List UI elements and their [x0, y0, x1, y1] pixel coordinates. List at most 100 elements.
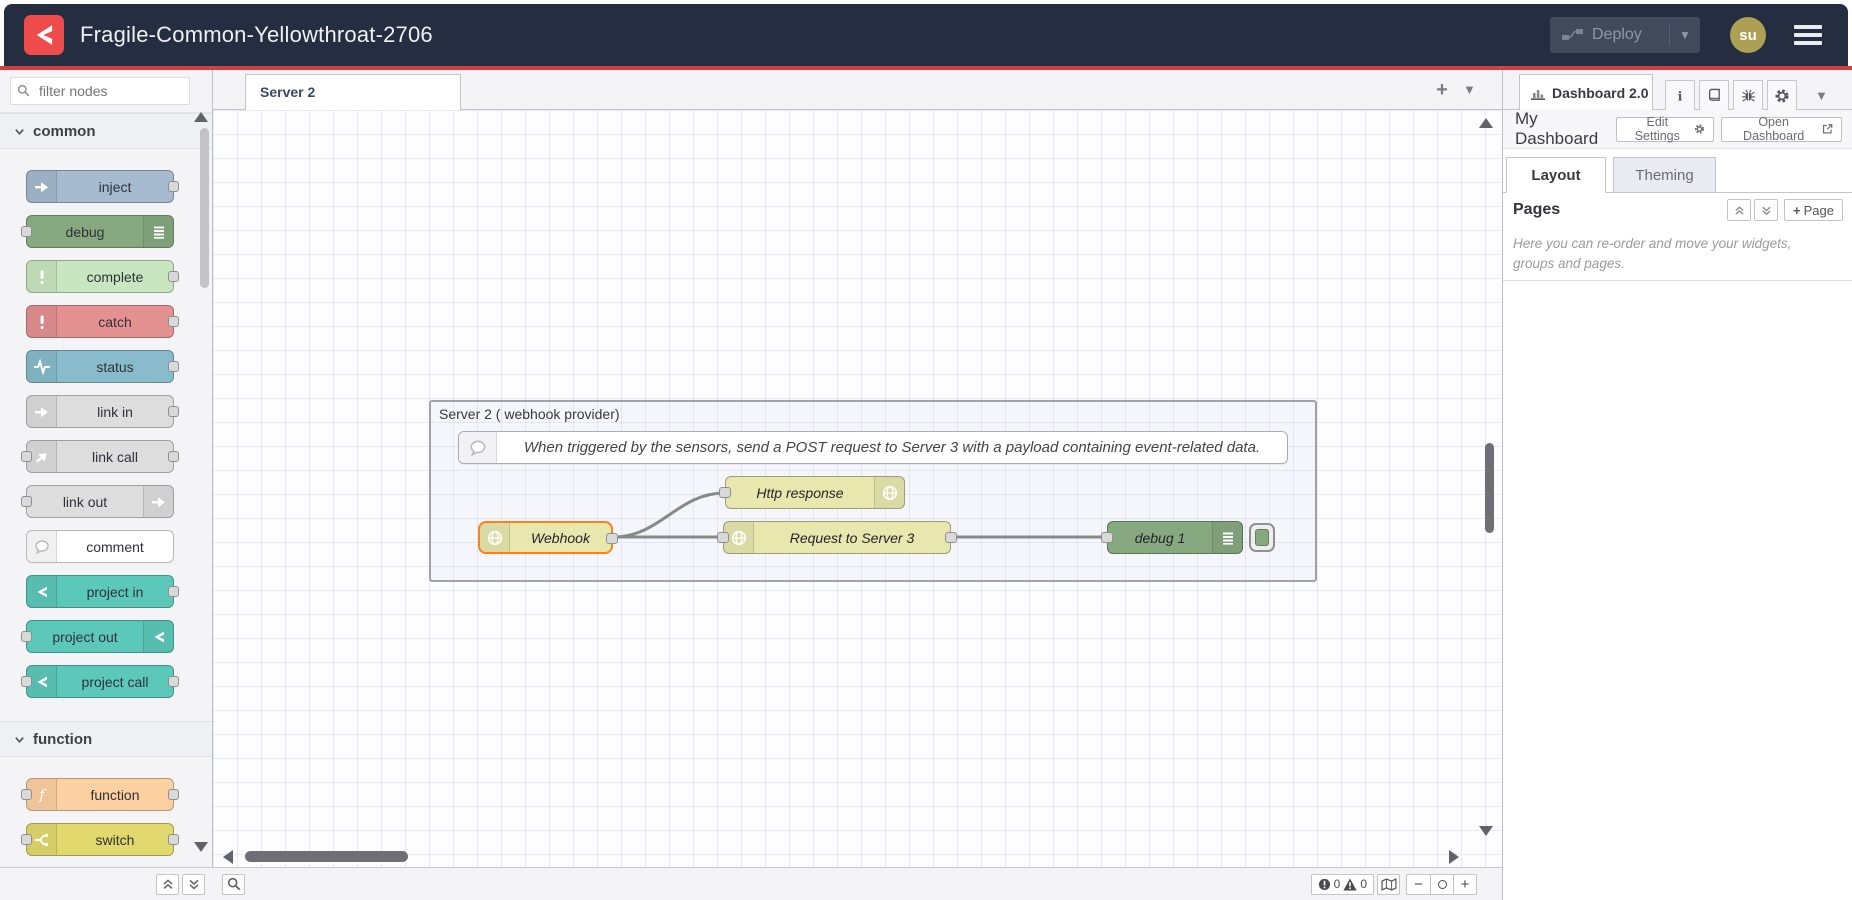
- input-port: [21, 226, 32, 237]
- globe-icon: [480, 523, 510, 552]
- add-flow-button[interactable]: +: [1429, 78, 1455, 102]
- zoom-in-button[interactable]: +: [1453, 875, 1476, 894]
- deploy-label: Deploy: [1592, 26, 1642, 44]
- flow-node-request-to-server-3[interactable]: Request to Server 3: [723, 521, 951, 554]
- info-tab-button[interactable]: i: [1665, 80, 1695, 110]
- debug-enable-toggle[interactable]: [1249, 523, 1275, 552]
- input-port[interactable]: [717, 532, 729, 543]
- move-page-down-button[interactable]: [1754, 199, 1778, 221]
- debug-list-icon: [143, 216, 173, 247]
- arrow-in-icon: [143, 486, 173, 517]
- scroll-left-icon[interactable]: [223, 850, 233, 864]
- project-mark-icon: [143, 621, 173, 652]
- output-port: [168, 451, 179, 462]
- palette-category-common-body: inject debug complete: [0, 149, 212, 721]
- output-port: [168, 834, 179, 845]
- palette-node-function[interactable]: f function: [26, 778, 174, 811]
- palette-collapse-all-button[interactable]: [156, 874, 179, 895]
- palette-node-project-out[interactable]: project out: [26, 620, 174, 653]
- tab-list-caret-icon[interactable]: ▼: [1463, 82, 1476, 97]
- palette-node-link-in[interactable]: link in: [26, 395, 174, 428]
- deploy-caret-icon[interactable]: ▼: [1670, 28, 1700, 42]
- warning-count: 0: [1360, 877, 1367, 891]
- output-port[interactable]: [606, 533, 618, 544]
- config-tab-button[interactable]: [1767, 80, 1797, 110]
- tab-theming[interactable]: Theming: [1613, 157, 1716, 193]
- output-port: [168, 586, 179, 597]
- tab-dashboard-2[interactable]: Dashboard 2.0: [1519, 74, 1653, 110]
- node-label: link in: [57, 404, 173, 420]
- palette-expand-all-button[interactable]: [182, 874, 205, 895]
- flow-canvas[interactable]: Server 2 ( webhook provider) When trigge…: [213, 110, 1502, 867]
- main-menu-icon[interactable]: [1794, 21, 1822, 49]
- tab-server-2[interactable]: Server 2: [245, 74, 461, 110]
- palette-scroll-down-icon[interactable]: [194, 842, 208, 852]
- add-page-button[interactable]: + Page: [1784, 199, 1843, 221]
- input-port[interactable]: [719, 487, 731, 498]
- palette-node-link-call[interactable]: link call: [26, 440, 174, 473]
- error-count: 0: [1334, 877, 1341, 891]
- flow-node-comment[interactable]: When triggered by the sensors, send a PO…: [458, 431, 1288, 464]
- canvas-hscrollbar-thumb[interactable]: [245, 851, 408, 862]
- palette-node-comment[interactable]: comment: [26, 530, 174, 563]
- canvas-search-button[interactable]: [222, 874, 245, 895]
- node-label: debug: [27, 224, 143, 240]
- input-port[interactable]: [1101, 532, 1113, 543]
- bar-chart-icon: [1530, 85, 1546, 101]
- svg-text:i: i: [1678, 89, 1683, 103]
- flow-node-http-response[interactable]: Http response: [725, 476, 905, 509]
- notifications-button[interactable]: 0 0: [1311, 874, 1374, 895]
- input-port: [21, 496, 32, 507]
- palette-node-catch[interactable]: catch: [26, 305, 174, 338]
- open-dashboard-button[interactable]: Open Dashboard: [1721, 117, 1842, 142]
- debug-tab-button[interactable]: [1733, 80, 1763, 110]
- zoom-reset-button[interactable]: [1430, 875, 1453, 894]
- gear-icon: [1774, 88, 1790, 104]
- output-port: [168, 789, 179, 800]
- palette-filter-input[interactable]: [10, 77, 190, 105]
- chevron-double-down-icon: [1761, 205, 1772, 216]
- tab-layout[interactable]: Layout: [1506, 157, 1606, 193]
- node-label: Request to Server 3: [754, 530, 950, 546]
- node-label: catch: [57, 314, 173, 330]
- category-label: common: [33, 123, 96, 140]
- flow-node-debug-1[interactable]: debug 1: [1107, 521, 1243, 554]
- debug-list-icon: [1212, 522, 1242, 553]
- navigator-button[interactable]: [1377, 874, 1400, 895]
- deploy-button[interactable]: Deploy ▼: [1550, 17, 1700, 53]
- layout-tab-label: Layout: [1531, 167, 1580, 184]
- scroll-up-icon[interactable]: [1479, 118, 1493, 128]
- app-logo: [24, 15, 64, 55]
- chevron-down-icon: [14, 734, 25, 745]
- sidebar-tabs-caret-icon[interactable]: ▼: [1815, 88, 1828, 103]
- scroll-right-icon[interactable]: [1449, 850, 1459, 864]
- palette-category-function[interactable]: function: [0, 721, 212, 757]
- palette-node-project-call[interactable]: project call: [26, 665, 174, 698]
- palette-scroll-up-icon[interactable]: [194, 112, 208, 122]
- exclamation-icon: [27, 306, 57, 337]
- edit-settings-button[interactable]: Edit Settings: [1616, 117, 1714, 142]
- output-port[interactable]: [945, 532, 957, 543]
- palette-node-complete[interactable]: complete: [26, 260, 174, 293]
- output-port: [168, 271, 179, 282]
- palette-node-debug[interactable]: debug: [26, 215, 174, 248]
- output-port: [168, 181, 179, 192]
- user-avatar[interactable]: su: [1730, 17, 1766, 53]
- help-tab-button[interactable]: [1699, 80, 1729, 110]
- search-icon: [227, 877, 241, 891]
- palette-scrollbar-thumb[interactable]: [200, 128, 209, 288]
- palette-node-switch[interactable]: switch: [26, 823, 174, 856]
- palette-node-inject[interactable]: inject: [26, 170, 174, 203]
- palette-node-project-in[interactable]: project in: [26, 575, 174, 608]
- map-icon: [1381, 878, 1397, 891]
- node-label: link call: [57, 449, 173, 465]
- flow-node-webhook[interactable]: Webhook: [478, 521, 613, 554]
- move-page-up-button[interactable]: [1727, 199, 1751, 221]
- zoom-out-button[interactable]: −: [1407, 875, 1430, 894]
- scroll-down-icon[interactable]: [1479, 826, 1493, 836]
- palette-category-common[interactable]: common: [0, 113, 212, 149]
- pages-help-text: Here you can re-order and move your widg…: [1513, 234, 1833, 273]
- canvas-vscrollbar-thumb[interactable]: [1485, 443, 1494, 533]
- palette-node-status[interactable]: status: [26, 350, 174, 383]
- palette-node-link-out[interactable]: link out: [26, 485, 174, 518]
